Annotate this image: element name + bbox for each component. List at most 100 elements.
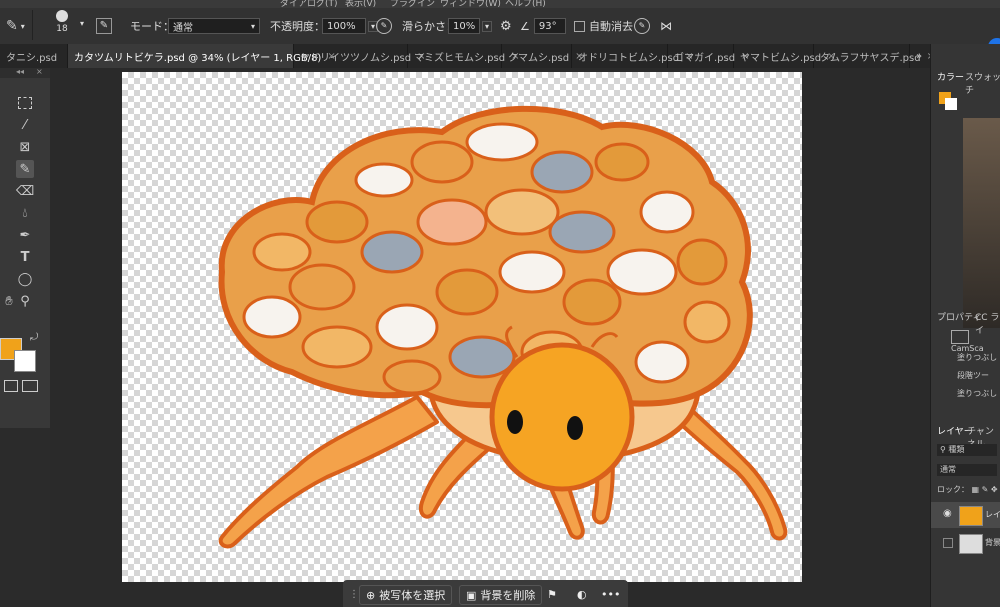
opacity-control: 不透明度：	[270, 17, 325, 35]
search-icon: ⚲	[940, 445, 946, 454]
magic-wand-tool[interactable]: ⁄	[16, 116, 34, 134]
symmetry-button[interactable]: ⋈	[660, 17, 672, 35]
pebble	[416, 198, 488, 246]
pressure-pen-icon: ✎	[376, 18, 392, 34]
pencil-icon: ✎	[6, 18, 18, 34]
menu-window[interactable]: ウィンドウ(W)	[440, 0, 501, 8]
crop-frame-tool[interactable]: ⊠	[16, 138, 34, 156]
quick-mask-icon[interactable]	[4, 380, 18, 392]
brush-size-picker[interactable]: 18	[56, 10, 68, 42]
tab-tamurafusayasude[interactable]: タムラフサヤスデ.psd ×	[814, 44, 935, 68]
tab-swatches[interactable]: スウォッチ	[965, 70, 1000, 96]
contextual-task-bar: ⋮ ⊕ 被写体を選択 ▣ 背景を削除 ⚑ ◐ •••	[343, 580, 628, 607]
color-picker-field[interactable]	[963, 118, 1000, 328]
pressure-size-icon: ✎	[634, 18, 650, 34]
props-item[interactable]: 塗りつぶし	[957, 388, 997, 399]
opacity-value: 100%	[327, 20, 356, 32]
leg-left-long	[218, 395, 439, 549]
select-subject-icon: ⊕	[366, 588, 376, 602]
tab-tanishi[interactable]: タニシ.psd	[0, 44, 68, 68]
mode-select-wrap: 通常 ▾	[168, 17, 260, 35]
zoom-tool[interactable]: ⚲	[16, 292, 34, 310]
tab-label: マミズヒモムシ.psd	[414, 52, 506, 64]
drop-icon: 💧︎	[22, 205, 28, 221]
pencil-tool[interactable]: ✎	[16, 160, 34, 178]
tab-yamatobimushi[interactable]: ヤマトビムシ.psd ×	[734, 44, 835, 68]
tab-yadoriitsutsunomushi[interactable]: ヤドリイツツノムシ.psd ×	[294, 44, 425, 68]
angle-field[interactable]: 93°	[533, 18, 566, 34]
marquee-tool[interactable]	[16, 94, 34, 112]
auto-erase-checkbox[interactable]	[574, 20, 585, 32]
brush-settings-button[interactable]: ✎	[96, 17, 112, 35]
layer-name: レイ	[985, 510, 1000, 519]
blur-tool[interactable]: 💧︎	[16, 204, 34, 222]
opacity-label: 不透明度：	[270, 20, 325, 33]
tab-katatsumuritobikera[interactable]: カタツムリトビケラ.psd @ 34% (レイヤー 1, RGB/8) ×	[68, 44, 336, 68]
tab-mamizuhimomushi[interactable]: マミズヒモムシ.psd ×	[408, 44, 519, 68]
pebble	[305, 200, 369, 244]
chevron-down-icon[interactable]: ▾	[80, 19, 84, 28]
pressure-opacity-button[interactable]: ✎	[376, 17, 392, 35]
screen-mode-icon[interactable]	[22, 380, 38, 392]
chevron-down-icon[interactable]: ▾	[482, 20, 493, 32]
props-item[interactable]: 塗りつぶし	[957, 352, 997, 363]
opacity-field[interactable]: 100%	[322, 18, 366, 34]
pen-tool[interactable]: ✒	[16, 226, 34, 244]
layer-row-active[interactable]: ◉ レイ	[931, 502, 1000, 528]
visibility-checkbox[interactable]	[943, 538, 953, 548]
select-subject-button[interactable]: ⊕ 被写体を選択	[359, 585, 453, 605]
eraser-icon: ⌫	[15, 183, 35, 199]
auto-erase-control[interactable]: 自動消去	[574, 17, 633, 35]
background-color-swatch[interactable]	[14, 350, 36, 372]
collapse-icon[interactable]: ◂◂	[16, 67, 24, 76]
eye-icon[interactable]: ◉	[943, 508, 952, 519]
lock-icon[interactable]: ▦ ✎ ✥	[969, 485, 998, 494]
smoothing-field[interactable]: 10%	[448, 18, 480, 34]
layer-row-background[interactable]: 背景	[931, 530, 1000, 556]
tab-overflow[interactable]: »	[910, 44, 930, 68]
ellipse-tool[interactable]: ◯	[16, 270, 34, 288]
tab-color[interactable]: カラー	[937, 70, 964, 83]
swap-colors-icon[interactable]: ⤾	[30, 332, 38, 343]
mask-button[interactable]: ◐	[577, 585, 587, 603]
blend-mode-select[interactable]: 通常	[937, 464, 997, 476]
pebble	[634, 340, 690, 384]
tab-gomagai[interactable]: ゴマガイ.psd ×	[668, 44, 749, 68]
eraser-tool[interactable]: ⌫	[16, 182, 34, 200]
mode-select[interactable]: 通常 ▾	[168, 18, 260, 34]
more-options-button[interactable]: •••	[601, 585, 620, 603]
tab-label: カタツムリトビケラ.psd @ 34% (レイヤー 1, RGB/8)	[74, 52, 322, 64]
transform-button[interactable]: ⚑	[547, 585, 557, 603]
menu-view[interactable]: 表示(V)	[345, 0, 376, 8]
angle-value: 93°	[538, 20, 557, 32]
close-icon[interactable]: ×	[36, 67, 43, 76]
type-tool[interactable]: T	[16, 248, 34, 266]
tab-kumamushi[interactable]: クマムシ.psd ×	[502, 44, 583, 68]
remove-background-label: 背景を削除	[480, 589, 536, 602]
props-item[interactable]: 段階ツー	[957, 370, 989, 381]
pebble	[676, 238, 728, 286]
pebble	[375, 303, 439, 351]
drag-handle[interactable]: ⋮	[349, 585, 359, 603]
menu-dialog[interactable]: ダイアログ(T)	[280, 0, 338, 8]
tab-label: タムラフサヤスデ.psd	[820, 52, 921, 64]
pencil-tool-preset[interactable]: ✎ ▾	[6, 17, 25, 35]
smoothing-settings-button[interactable]: ⚙	[500, 17, 512, 35]
options-bar: ✎ ▾ 18 ▾ ✎ モード： 通常 ▾ 不透明度： 100% ▾ ✎ 滑らかさ…	[0, 8, 1000, 56]
pressure-size-button[interactable]: ✎	[634, 17, 650, 35]
hand-tool[interactable]: ✋︎	[0, 292, 18, 310]
remove-background-button[interactable]: ▣ 背景を削除	[459, 585, 543, 605]
right-panel: カラー スウォッチ プロパティ CC ライ CamSca 塗りつぶし 段階ツー …	[930, 44, 1000, 607]
menu-help[interactable]: ヘルプ(H)	[505, 0, 546, 8]
panel-background-swatch[interactable]	[945, 98, 957, 110]
brush-dot-icon	[56, 10, 68, 22]
menu-plugins[interactable]: プラグイン	[390, 0, 435, 8]
pebble	[548, 210, 616, 254]
document-tabs: タニシ.psd カタツムリトビケラ.psd @ 34% (レイヤー 1, RGB…	[0, 44, 935, 68]
pebble	[683, 300, 731, 344]
tab-odorikotobimushi[interactable]: オドリコトビムシ.psd ×	[572, 44, 693, 68]
props-item[interactable]: CamSca	[951, 330, 1000, 353]
tab-label: ヤマトビムシ.psd	[740, 52, 822, 64]
document-canvas[interactable]	[122, 72, 802, 582]
layer-filter[interactable]: ⚲ 種類	[937, 444, 997, 456]
